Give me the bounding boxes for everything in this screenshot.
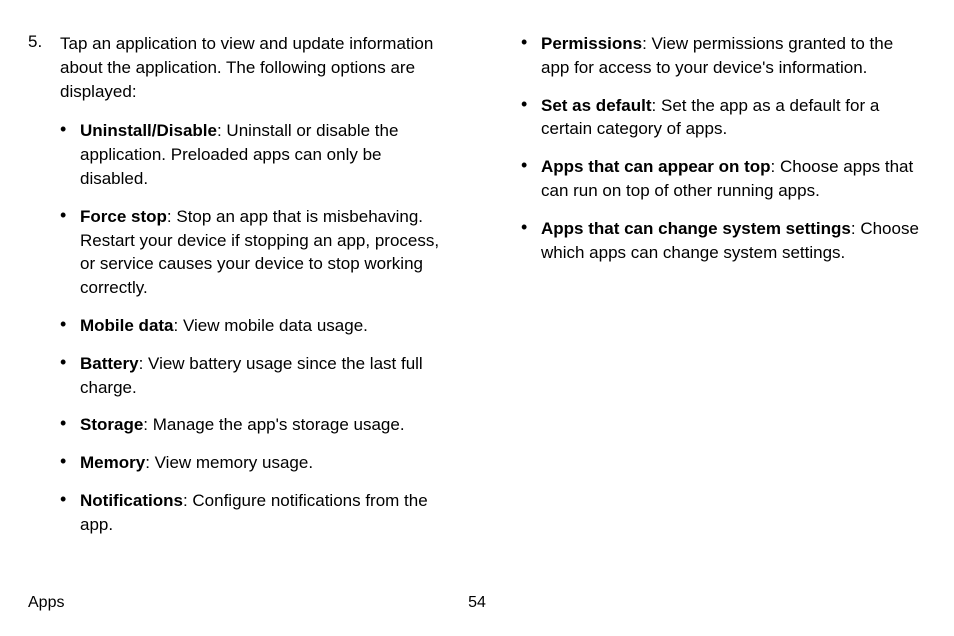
bullet-battery: • Battery: View battery usage since the …: [60, 352, 453, 400]
bullet-notifications: • Notifications: Configure notifications…: [60, 489, 453, 537]
bullet-set-as-default: • Set as default: Set the app as a defau…: [521, 94, 926, 142]
page-footer: Apps 54: [28, 594, 926, 612]
right-bullets: • Permissions: View permissions granted …: [501, 32, 926, 264]
bullet-label: Mobile data: [80, 316, 174, 335]
left-bullets: • Uninstall/Disable: Uninstall or disabl…: [28, 119, 453, 536]
bullet-icon: •: [60, 413, 80, 437]
bullet-icon: •: [60, 314, 80, 338]
bullet-mobile-data: • Mobile data: View mobile data usage.: [60, 314, 453, 338]
bullet-memory: • Memory: View memory usage.: [60, 451, 453, 475]
step-5: 5. Tap an application to view and update…: [28, 32, 453, 103]
bullet-desc: : Manage the app's storage usage.: [143, 415, 404, 434]
bullet-desc: : View memory usage.: [145, 453, 313, 472]
bullet-label: Force stop: [80, 207, 167, 226]
step-text: Tap an application to view and update in…: [60, 32, 453, 103]
bullet-icon: •: [521, 94, 541, 142]
bullet-icon: •: [521, 32, 541, 80]
bullet-uninstall-disable: • Uninstall/Disable: Uninstall or disabl…: [60, 119, 453, 190]
bullet-label: Uninstall/Disable: [80, 121, 217, 140]
bullet-label: Set as default: [541, 96, 652, 115]
bullet-icon: •: [60, 451, 80, 475]
bullet-icon: •: [60, 489, 80, 537]
bullet-label: Battery: [80, 354, 139, 373]
bullet-label: Notifications: [80, 491, 183, 510]
bullet-force-stop: • Force stop: Stop an app that is misbeh…: [60, 205, 453, 300]
bullet-label: Apps that can change system settings: [541, 219, 851, 238]
bullet-icon: •: [521, 217, 541, 265]
bullet-label: Apps that can appear on top: [541, 157, 771, 176]
step-number: 5.: [28, 32, 60, 103]
page-number: 54: [468, 594, 486, 612]
bullet-label: Storage: [80, 415, 143, 434]
content-columns: 5. Tap an application to view and update…: [28, 32, 926, 551]
bullet-icon: •: [60, 119, 80, 190]
footer-section: Apps: [28, 594, 64, 612]
left-column: 5. Tap an application to view and update…: [28, 32, 453, 551]
bullet-permissions: • Permissions: View permissions granted …: [521, 32, 926, 80]
bullet-icon: •: [60, 205, 80, 300]
bullet-icon: •: [60, 352, 80, 400]
bullet-desc: : View mobile data usage.: [174, 316, 368, 335]
bullet-icon: •: [521, 155, 541, 203]
bullet-apps-on-top: • Apps that can appear on top: Choose ap…: [521, 155, 926, 203]
bullet-storage: • Storage: Manage the app's storage usag…: [60, 413, 453, 437]
bullet-apps-change-settings: • Apps that can change system settings: …: [521, 217, 926, 265]
right-column: • Permissions: View permissions granted …: [501, 32, 926, 551]
bullet-label: Memory: [80, 453, 145, 472]
bullet-label: Permissions: [541, 34, 642, 53]
